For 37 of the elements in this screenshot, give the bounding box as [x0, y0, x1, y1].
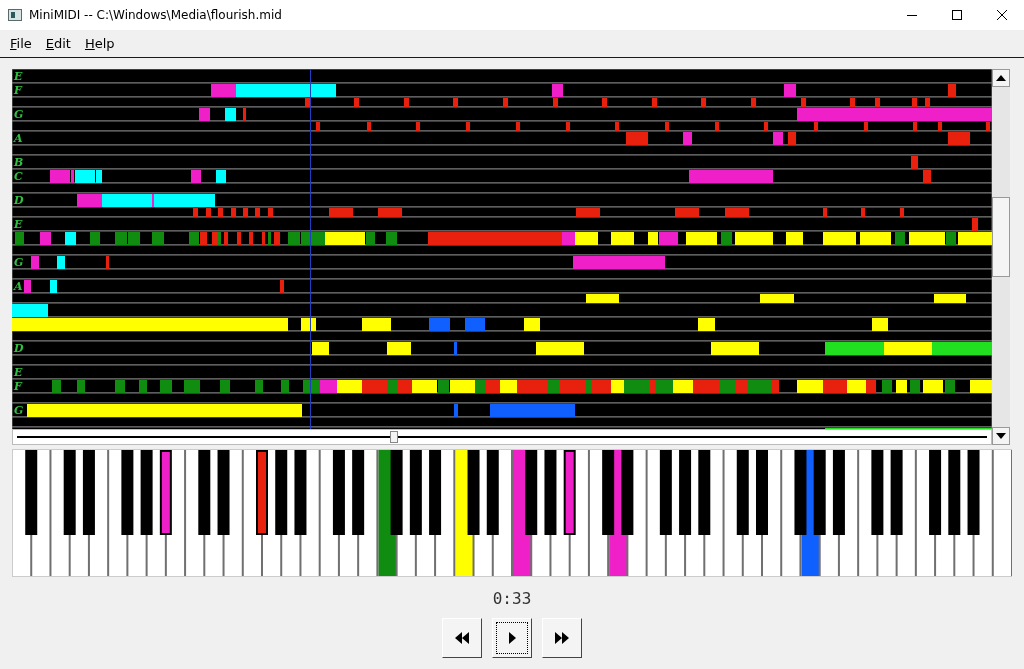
scroll-up-button[interactable] [992, 69, 1010, 87]
scroll-down-button[interactable] [992, 427, 1010, 445]
note-name-label: B [14, 156, 24, 169]
position-slider[interactable] [12, 429, 992, 445]
note-name-label: C [14, 170, 23, 183]
fast-forward-button[interactable] [542, 618, 582, 658]
scroll-thumb[interactable] [992, 197, 1010, 277]
menu-item[interactable]: Edit [38, 34, 78, 53]
rewind-icon [455, 632, 469, 644]
note-name-label: E [14, 70, 23, 83]
play-icon [508, 632, 516, 644]
note-name-label: E [14, 218, 23, 231]
app-icon [8, 8, 22, 22]
note-name-label: F [14, 380, 22, 393]
note-name-label: F [14, 84, 22, 97]
close-icon [996, 10, 1007, 20]
vertical-scrollbar[interactable] [992, 69, 1010, 445]
note-name-label: D [14, 342, 24, 355]
note-name-label: D [14, 194, 24, 207]
note-name-label: G [14, 256, 24, 269]
caret-up-icon [996, 75, 1006, 81]
note-name-label: A [14, 132, 23, 145]
note-name-label: E [14, 366, 23, 379]
fast-forward-icon [555, 632, 569, 644]
note-name-label: A [14, 280, 23, 293]
note-name-label: G [14, 404, 24, 417]
menu-item[interactable]: Help [77, 34, 122, 53]
rewind-button[interactable] [442, 618, 482, 658]
maximize-icon [951, 10, 962, 20]
caret-down-icon [996, 433, 1006, 439]
time-display: 0:33 [491, 589, 533, 609]
note-name-label: G [14, 108, 24, 121]
piano-keyboard-drawing[interactable] [12, 449, 1012, 577]
play-button[interactable] [492, 618, 532, 658]
slider-thumb[interactable] [390, 431, 399, 443]
menu-item[interactable]: File [3, 34, 39, 53]
window-title: MiniMIDI -- C:\Windows\Media\flourish.mid [29, 8, 282, 22]
